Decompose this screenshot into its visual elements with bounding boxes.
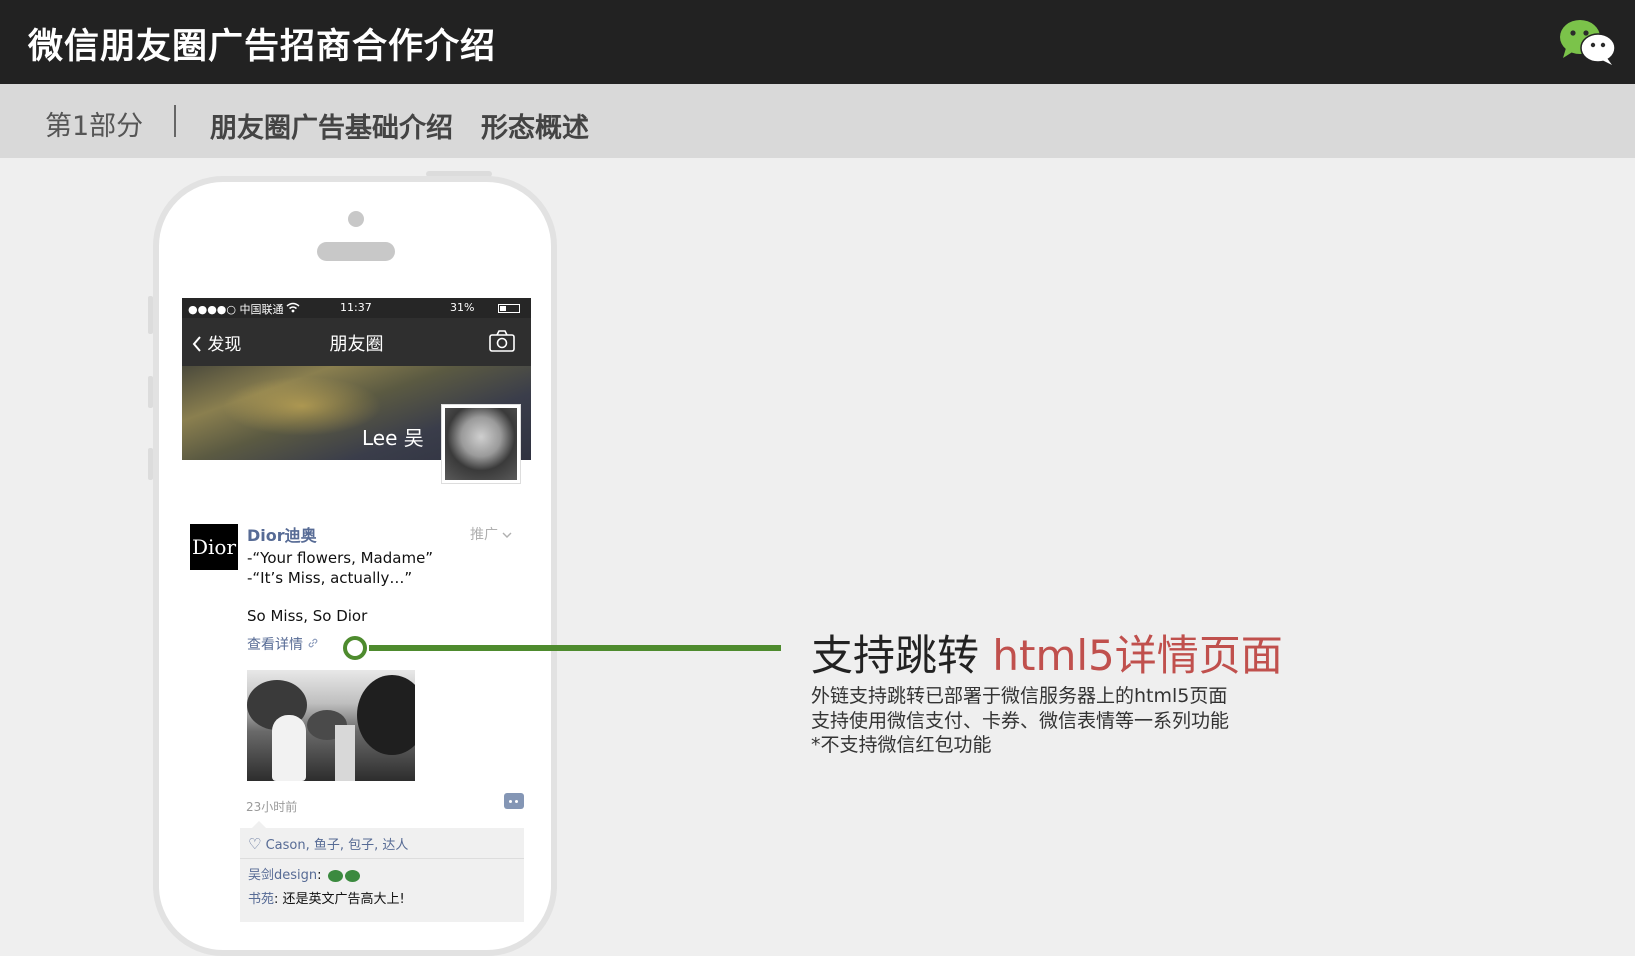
- chevron-down-icon: [502, 532, 512, 538]
- callout-line: [369, 645, 781, 651]
- post-text-line-2: -“It’s Miss, actually…”: [247, 569, 413, 587]
- comment-author[interactable]: 书苑: [248, 892, 274, 907]
- post-text-line-1: -“Your flowers, Madame”: [247, 549, 434, 567]
- view-details-label: 查看详情: [247, 637, 303, 653]
- post-author[interactable]: Dior迪奥: [247, 522, 317, 546]
- comments-pointer: [252, 821, 266, 828]
- carrier-signal: ●●●●○ 中国联通: [188, 303, 284, 316]
- post-time: 23小时前: [246, 800, 298, 814]
- promo-tag[interactable]: 推广: [470, 524, 512, 544]
- wechat-logo-icon: [1560, 20, 1616, 65]
- battery-icon: [498, 304, 520, 313]
- wifi-icon: [286, 302, 300, 313]
- likes-names[interactable]: Cason, 鱼子, 包子, 达人: [266, 838, 409, 853]
- dior-logo[interactable]: Dior: [190, 524, 238, 570]
- subsection-title: 形态概述: [481, 113, 589, 144]
- battery-percent: 31%: [450, 301, 475, 314]
- phone-screen: ●●●●○ 中国联通 11:37 31% 发现 朋友圈 Lee 吴 Dior D: [182, 298, 531, 922]
- comment-text: :: [317, 868, 326, 883]
- comment-author[interactable]: 吴剑design: [248, 868, 317, 883]
- presentation-title: 微信朋友圈广告招商合作介绍: [28, 27, 497, 67]
- frog-emoji-icon: [327, 869, 343, 882]
- heart-icon: ♡: [248, 835, 262, 853]
- status-bar: ●●●●○ 中国联通 11:37 31%: [182, 298, 531, 318]
- feature-title-highlight: html5详情页面: [992, 631, 1283, 680]
- section-bar: 第1部分 朋友圈广告基础介绍 形态概述: [0, 84, 1635, 158]
- link-icon: [309, 638, 318, 648]
- nav-bar: 发现 朋友圈: [182, 318, 531, 366]
- photo-tree: [357, 675, 415, 755]
- feature-desc-line-3: *不支持微信红包功能: [811, 734, 992, 756]
- top-header-bar: 微信朋友圈广告招商合作介绍: [0, 0, 1635, 84]
- cover-light: [222, 376, 382, 436]
- camera-icon[interactable]: [489, 330, 515, 352]
- part-label: 第1部分: [45, 111, 144, 142]
- profile-avatar[interactable]: [441, 404, 521, 484]
- phone-speaker: [317, 242, 395, 261]
- feature-title: 支持跳转 html5详情页面: [811, 622, 1283, 683]
- callout-dot: [343, 636, 367, 660]
- photo-path: [335, 725, 355, 781]
- comment-row: 书苑: 还是英文广告高大上!: [248, 888, 405, 907]
- feature-desc-line-2: 支持使用微信支付、卡券、微信表情等一系列功能: [811, 710, 1230, 732]
- avatar-photo: [445, 408, 517, 480]
- comment-icon[interactable]: [504, 793, 524, 809]
- nav-title: 朋友圈: [329, 334, 384, 355]
- frog-emoji-icon: [344, 869, 360, 882]
- photo-figure: [272, 715, 306, 781]
- feature-title-prefix: 支持跳转: [811, 631, 993, 680]
- promo-label: 推广: [470, 527, 498, 543]
- likes-comments-box: ♡ Cason, 鱼子, 包子, 达人 吴剑design: 书苑: 还是英文广告…: [240, 821, 524, 922]
- ad-image[interactable]: [247, 670, 415, 781]
- section-title: 朋友圈广告基础介绍: [210, 113, 453, 144]
- comment-row: 吴剑design:: [248, 864, 360, 883]
- view-details-link[interactable]: 查看详情: [247, 634, 319, 654]
- profile-name: Lee 吴: [362, 426, 424, 450]
- comments-divider: [240, 858, 524, 859]
- section-divider: [174, 105, 176, 137]
- likes-row: ♡ Cason, 鱼子, 包子, 达人: [248, 834, 408, 853]
- status-time: 11:37: [340, 301, 372, 314]
- feature-desc-line-1: 外链支持跳转已部署于微信服务器上的html5页面: [811, 685, 1228, 707]
- comment-text: : 还是英文广告高大上!: [274, 892, 405, 907]
- phone-camera: [348, 211, 364, 227]
- post-slogan: So Miss, So Dior: [247, 607, 368, 625]
